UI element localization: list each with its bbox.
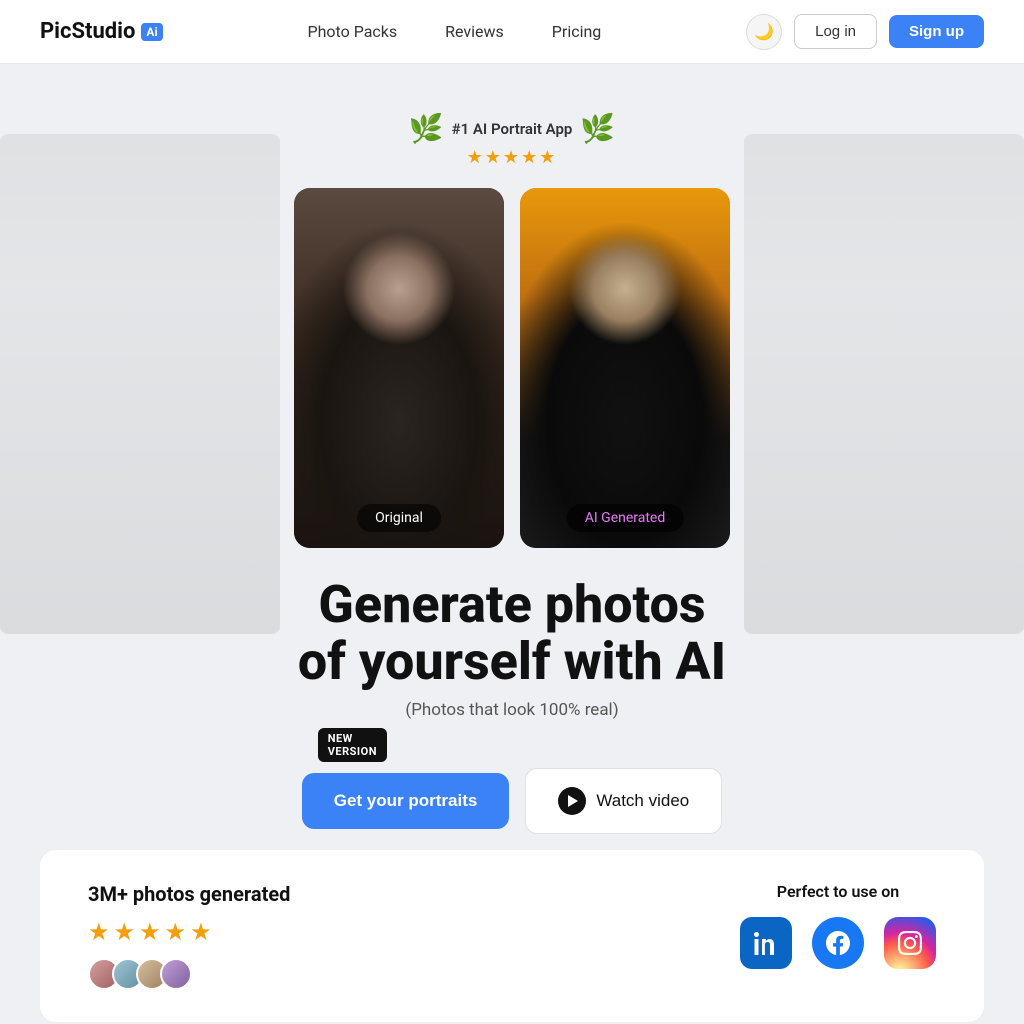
nav-pricing[interactable]: Pricing [552, 22, 602, 41]
nav-photo-packs[interactable]: Photo Packs [307, 22, 397, 41]
cta-area: NEWVERSION Get your portraits Watch vide… [302, 728, 723, 834]
play-icon [558, 787, 586, 815]
headline: Generate photos of yourself with AI [298, 576, 726, 690]
award-text: #1 AI Portrait App [452, 120, 573, 138]
logo[interactable]: PicStudio Ai [40, 19, 163, 44]
play-triangle-icon [568, 795, 578, 807]
get-portraits-button[interactable]: Get your portraits [302, 773, 510, 829]
photo-card-original: Original [294, 188, 504, 548]
laurel-left-icon: 🌿 [409, 112, 444, 145]
avatar-4 [160, 958, 192, 990]
instagram-icon[interactable] [884, 917, 936, 969]
photo-cards: Original AI Generated [294, 188, 730, 548]
bg-portrait-left [0, 134, 280, 634]
ai-photo [520, 188, 730, 548]
stats-left: 3M+ photos generated ★ ★ ★ ★ ★ [88, 882, 290, 990]
photo-card-ai: AI Generated [520, 188, 730, 548]
original-photo [294, 188, 504, 548]
logo-ai-badge: Ai [141, 23, 162, 41]
logo-text: PicStudio [40, 19, 135, 44]
nav-links: Photo Packs Reviews Pricing [307, 22, 601, 41]
perfect-label: Perfect to use on [777, 882, 899, 901]
original-label: Original [357, 504, 441, 532]
star-5: ★ [190, 918, 212, 946]
star-1: ★ [88, 918, 110, 946]
cta-buttons: Get your portraits Watch video [302, 768, 723, 834]
ai-generated-label: AI Generated [567, 504, 684, 532]
login-button[interactable]: Log in [794, 14, 877, 49]
star-3: ★ [139, 918, 161, 946]
user-avatars [88, 958, 290, 990]
photos-generated-count: 3M+ photos generated [88, 882, 290, 906]
laurel-wrap: 🌿 #1 AI Portrait App 🌿 [409, 112, 615, 145]
new-version-badge: NEWVERSION [318, 728, 387, 762]
nav-reviews[interactable]: Reviews [445, 22, 504, 41]
stats-right: Perfect to use on [740, 882, 936, 969]
watch-video-button[interactable]: Watch video [525, 768, 722, 834]
award-stars: ★★★★★ [467, 147, 558, 168]
nav-right: 🌙 Log in Sign up [746, 14, 984, 50]
bg-portrait-right [744, 134, 1024, 634]
star-2: ★ [114, 918, 136, 946]
subheadline: (Photos that look 100% real) [405, 700, 618, 720]
star-4: ★ [165, 918, 187, 946]
hero-section: 🌿 #1 AI Portrait App 🌿 ★★★★★ Original AI… [0, 64, 1024, 1024]
award-badge: 🌿 #1 AI Portrait App 🌿 ★★★★★ [409, 112, 615, 168]
laurel-right-icon: 🌿 [580, 112, 615, 145]
stats-section: 3M+ photos generated ★ ★ ★ ★ ★ Perfect t… [40, 850, 984, 1022]
headline-line1: Generate photos [318, 574, 705, 635]
social-icons [740, 917, 936, 969]
linkedin-icon[interactable] [740, 917, 792, 969]
ghost-face-right [744, 134, 1024, 634]
ghost-face-left [0, 134, 280, 634]
navbar: PicStudio Ai Photo Packs Reviews Pricing… [0, 0, 1024, 64]
facebook-icon[interactable] [812, 917, 864, 969]
rating-stars: ★ ★ ★ ★ ★ [88, 918, 290, 946]
headline-line2: of yourself with AI [298, 631, 726, 692]
signup-button[interactable]: Sign up [889, 15, 984, 48]
watch-video-label: Watch video [596, 791, 689, 811]
theme-toggle-button[interactable]: 🌙 [746, 14, 782, 50]
